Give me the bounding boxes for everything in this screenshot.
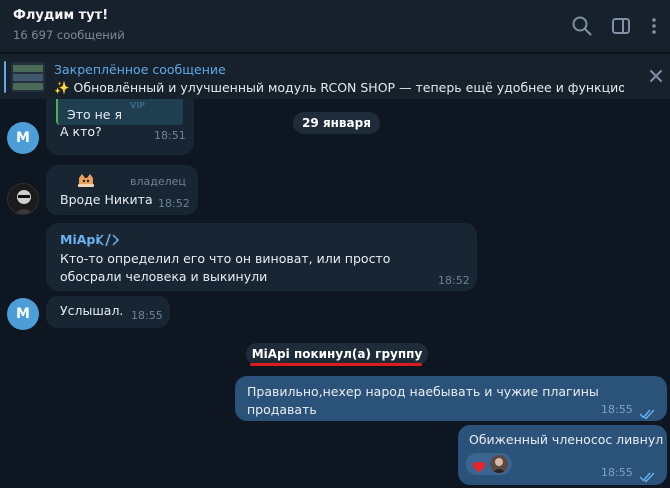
message-list[interactable]: VIP Это не я А кто? 18:51 M владелец Вро…: [0, 99, 670, 488]
message-bubble[interactable]: Услышал. 18:55: [46, 296, 170, 328]
chat-header[interactable]: Флудим тут! 16 697 сообщений: [0, 0, 670, 52]
double-check-icon: [639, 468, 657, 483]
avatar[interactable]: M: [7, 298, 39, 330]
message-bubble[interactable]: владелец Вроде Никита 18:52: [46, 165, 198, 215]
quote-badge: VIP: [130, 101, 146, 110]
sticker-emoji: [76, 171, 96, 189]
reaction-chip[interactable]: [466, 453, 512, 475]
avatar[interactable]: [7, 183, 39, 215]
pinned-text: ✨ Обновлённый и улучшенный модуль RCON S…: [54, 80, 624, 95]
message-time: 18:52: [438, 274, 470, 287]
message-time: 18:55: [601, 403, 633, 416]
message-time: 18:55: [131, 309, 163, 322]
close-icon[interactable]: [644, 64, 668, 88]
pinned-indicator: [4, 61, 6, 93]
search-icon[interactable]: [570, 14, 594, 38]
outgoing-message-bubble[interactable]: Правильно,нехер народ наебывать и чужие …: [235, 376, 667, 421]
avatar[interactable]: M: [7, 122, 39, 154]
message-text: Кто-то определил его что он виноват, или…: [60, 251, 391, 284]
message-bubble[interactable]: VIP Это не я А кто? 18:51: [46, 99, 194, 155]
message-author[interactable]: MiApi: [60, 231, 100, 249]
date-separator: 29 января: [293, 112, 380, 134]
heart-icon: [472, 458, 486, 473]
code-icon: [96, 232, 120, 248]
message-text: А кто?: [60, 124, 102, 139]
pinned-message[interactable]: Закреплённое сообщение ✨ Обновлённый и у…: [0, 53, 670, 99]
annotation-underline: [250, 363, 422, 366]
message-time: 18:52: [158, 197, 190, 210]
message-text: Услышал.: [60, 303, 124, 318]
message-time: 18:55: [601, 466, 633, 479]
member-count: 16 697 сообщений: [13, 28, 125, 42]
more-vertical-icon[interactable]: [642, 14, 666, 38]
reactor-avatar: [490, 455, 508, 473]
reply-quote[interactable]: VIP Это не я: [56, 99, 183, 125]
service-message: MiApi покинул(а) группу: [246, 343, 428, 365]
double-check-icon: [639, 405, 657, 420]
chat-title[interactable]: Флудим тут!: [13, 8, 108, 23]
owner-badge: владелец: [130, 175, 186, 188]
quote-text: Это не я: [67, 107, 122, 122]
message-time: 18:51: [154, 129, 186, 142]
message-bubble[interactable]: MiApi Кто-то определил его что он винова…: [46, 223, 477, 291]
sidebar-toggle-icon[interactable]: [609, 14, 633, 38]
pinned-thumbnail: [11, 62, 45, 92]
message-text: Обиженный членосос ливнул: [469, 432, 664, 447]
outgoing-message-bubble[interactable]: Обиженный членосос ливнул 18:55: [458, 425, 667, 485]
message-text: Вроде Никита: [60, 192, 153, 207]
pinned-title: Закреплённое сообщение: [54, 62, 226, 77]
